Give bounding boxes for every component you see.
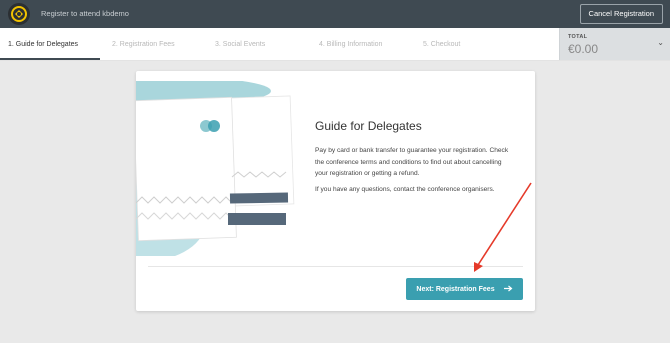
active-step-indicator [0,58,100,60]
step-guide-for-delegates[interactable]: 1. Guide for Delegates [8,41,78,48]
guide-card: Guide for Delegates Pay by card or bank … [136,71,535,311]
next-button-label: Next: Registration Fees [416,285,495,293]
contact-note: If you have any questions, contact the c… [315,186,495,193]
total-label: TOTAL [568,34,588,40]
next-registration-fees-button[interactable]: Next: Registration Fees [406,278,523,300]
total-summary[interactable]: TOTAL €0.00 ⌄ [559,28,670,60]
cancel-registration-button[interactable]: Cancel Registration [579,4,663,24]
registration-title: Register to attend kbdemo [41,9,129,18]
page-title: Guide for Delegates [315,119,422,133]
top-bar: Register to attend kbdemo Cancel Registr… [0,0,670,28]
logo-icon [8,3,30,25]
total-amount: €0.00 [568,42,599,56]
step-registration-fees[interactable]: 2. Registration Fees [112,41,175,48]
payment-illustration [136,81,301,256]
arrow-right-icon [503,285,513,294]
step-social-events[interactable]: 3. Social Events [215,41,265,48]
divider [148,266,523,267]
step-billing-information[interactable]: 4. Billing Information [319,41,382,48]
step-checkout[interactable]: 5. Checkout [423,41,460,48]
payment-instructions: Pay by card or bank transfer to guarante… [315,147,509,177]
chevron-down-icon[interactable]: ⌄ [657,38,664,47]
